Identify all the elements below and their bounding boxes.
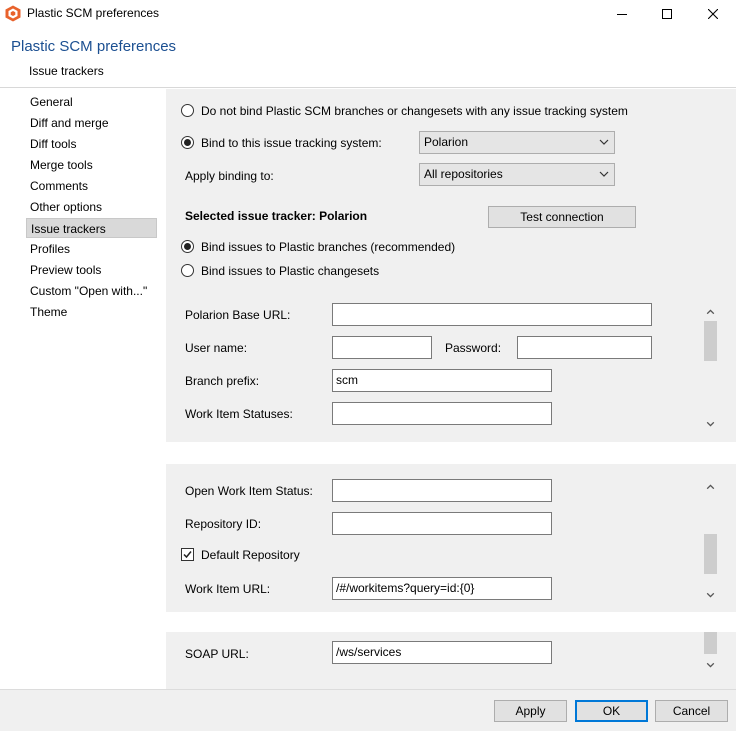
sidebar-item-diff-and-merge[interactable]: Diff and merge <box>26 113 157 133</box>
fields-scrollbar-2[interactable] <box>702 478 719 606</box>
title-bar: Plastic SCM preferences <box>0 0 736 28</box>
close-icon <box>708 9 718 19</box>
checkmark-icon <box>183 551 192 559</box>
maximize-icon <box>662 9 672 19</box>
sidebar-item-comments[interactable]: Comments <box>26 176 157 196</box>
scroll-down-icon[interactable] <box>705 590 716 601</box>
dialog-footer: Apply OK Cancel <box>0 689 736 731</box>
repository-id-input[interactable] <box>332 512 552 535</box>
preferences-header: Plastic SCM preferences Issue trackers <box>0 28 736 88</box>
issue-tracker-fields-panel-2: Open Work Item Status: Repository ID: De… <box>166 464 736 612</box>
chevron-down-icon <box>599 139 609 145</box>
open-status-input[interactable] <box>332 479 552 502</box>
page-title: Plastic SCM preferences <box>11 38 177 55</box>
branch-prefix-label: Branch prefix: <box>185 374 260 388</box>
close-window-button[interactable] <box>690 0 736 28</box>
work-item-url-label: Work Item URL: <box>185 582 271 596</box>
sidebar-item-merge-tools[interactable]: Merge tools <box>26 155 157 175</box>
section-subtitle: Issue trackers <box>29 64 104 78</box>
apply-binding-label: Apply binding to: <box>185 169 274 183</box>
issue-tracker-select[interactable]: Polarion <box>419 131 615 154</box>
bind-tracker-label: Bind to this issue tracking system: <box>201 136 382 150</box>
default-repository-checkbox[interactable] <box>181 548 194 561</box>
bind-branches-radio[interactable] <box>181 240 194 253</box>
base-url-label: Polarion Base URL: <box>185 308 291 322</box>
bind-branches-label: Bind issues to Plastic branches (recomme… <box>201 240 456 254</box>
scroll-up-icon[interactable] <box>705 306 716 317</box>
sidebar-item-profiles[interactable]: Profiles <box>26 239 157 259</box>
issue-tracker-settings-panel: Do not bind Plastic SCM branches or chan… <box>166 89 736 442</box>
work-item-url-input[interactable]: /#/workitems?query=id:{0} <box>332 577 552 600</box>
window-title: Plastic SCM preferences <box>27 6 160 20</box>
repository-id-label: Repository ID: <box>185 517 262 531</box>
username-input[interactable] <box>332 336 432 359</box>
sidebar-item-theme[interactable]: Theme <box>26 302 157 322</box>
password-input[interactable] <box>517 336 652 359</box>
sidebar-item-custom-open-with[interactable]: Custom "Open with..." <box>26 281 157 301</box>
scrollbar-thumb[interactable] <box>704 632 717 654</box>
no-bind-radio[interactable] <box>181 104 194 117</box>
issue-tracker-fields-panel-3: SOAP URL: /ws/services <box>166 632 736 689</box>
sidebar-item-other-options[interactable]: Other options <box>26 197 157 217</box>
test-connection-button[interactable]: Test connection <box>488 206 636 228</box>
chevron-down-icon <box>599 171 609 177</box>
scrollbar-thumb[interactable] <box>704 321 717 361</box>
statuses-label: Work Item Statuses: <box>185 407 293 421</box>
soap-url-label: SOAP URL: <box>185 647 249 661</box>
sidebar-item-preview-tools[interactable]: Preview tools <box>26 260 157 280</box>
bind-tracker-radio[interactable] <box>181 136 194 149</box>
scrollbar-thumb[interactable] <box>704 534 717 574</box>
fields-scrollbar-3[interactable] <box>702 632 719 674</box>
sidebar-item-issue-trackers[interactable]: Issue trackers <box>26 218 157 238</box>
username-label: User name: <box>185 341 248 355</box>
open-status-label: Open Work Item Status: <box>185 484 313 498</box>
scroll-up-icon[interactable] <box>705 481 716 492</box>
sidebar-item-diff-tools[interactable]: Diff tools <box>26 134 157 154</box>
soap-url-input[interactable]: /ws/services <box>332 641 552 664</box>
fields-scrollbar[interactable] <box>702 303 719 433</box>
apply-binding-select-value: All repositories <box>424 167 503 181</box>
no-bind-label: Do not bind Plastic SCM branches or chan… <box>201 104 628 118</box>
default-repository-label: Default Repository <box>201 548 300 562</box>
plastic-scm-logo-icon <box>5 5 21 22</box>
statuses-input[interactable] <box>332 402 552 425</box>
maximize-button[interactable] <box>644 0 690 28</box>
bind-changesets-radio[interactable] <box>181 264 194 277</box>
apply-button[interactable]: Apply <box>494 700 567 722</box>
minimize-icon <box>617 14 627 15</box>
ok-button[interactable]: OK <box>575 700 648 722</box>
scroll-down-icon[interactable] <box>705 419 716 430</box>
cancel-button[interactable]: Cancel <box>655 700 728 722</box>
issue-tracker-select-value: Polarion <box>424 135 469 149</box>
apply-binding-select[interactable]: All repositories <box>419 163 615 186</box>
scroll-down-icon[interactable] <box>705 660 716 671</box>
password-label: Password: <box>445 341 502 355</box>
bind-changesets-label: Bind issues to Plastic changesets <box>201 264 380 278</box>
selected-tracker-heading: Selected issue tracker: Polarion <box>185 209 368 223</box>
branch-prefix-input[interactable]: scm <box>332 369 552 392</box>
base-url-input[interactable] <box>332 303 652 326</box>
sidebar-item-general[interactable]: General <box>26 92 157 112</box>
minimize-button[interactable] <box>599 0 645 28</box>
